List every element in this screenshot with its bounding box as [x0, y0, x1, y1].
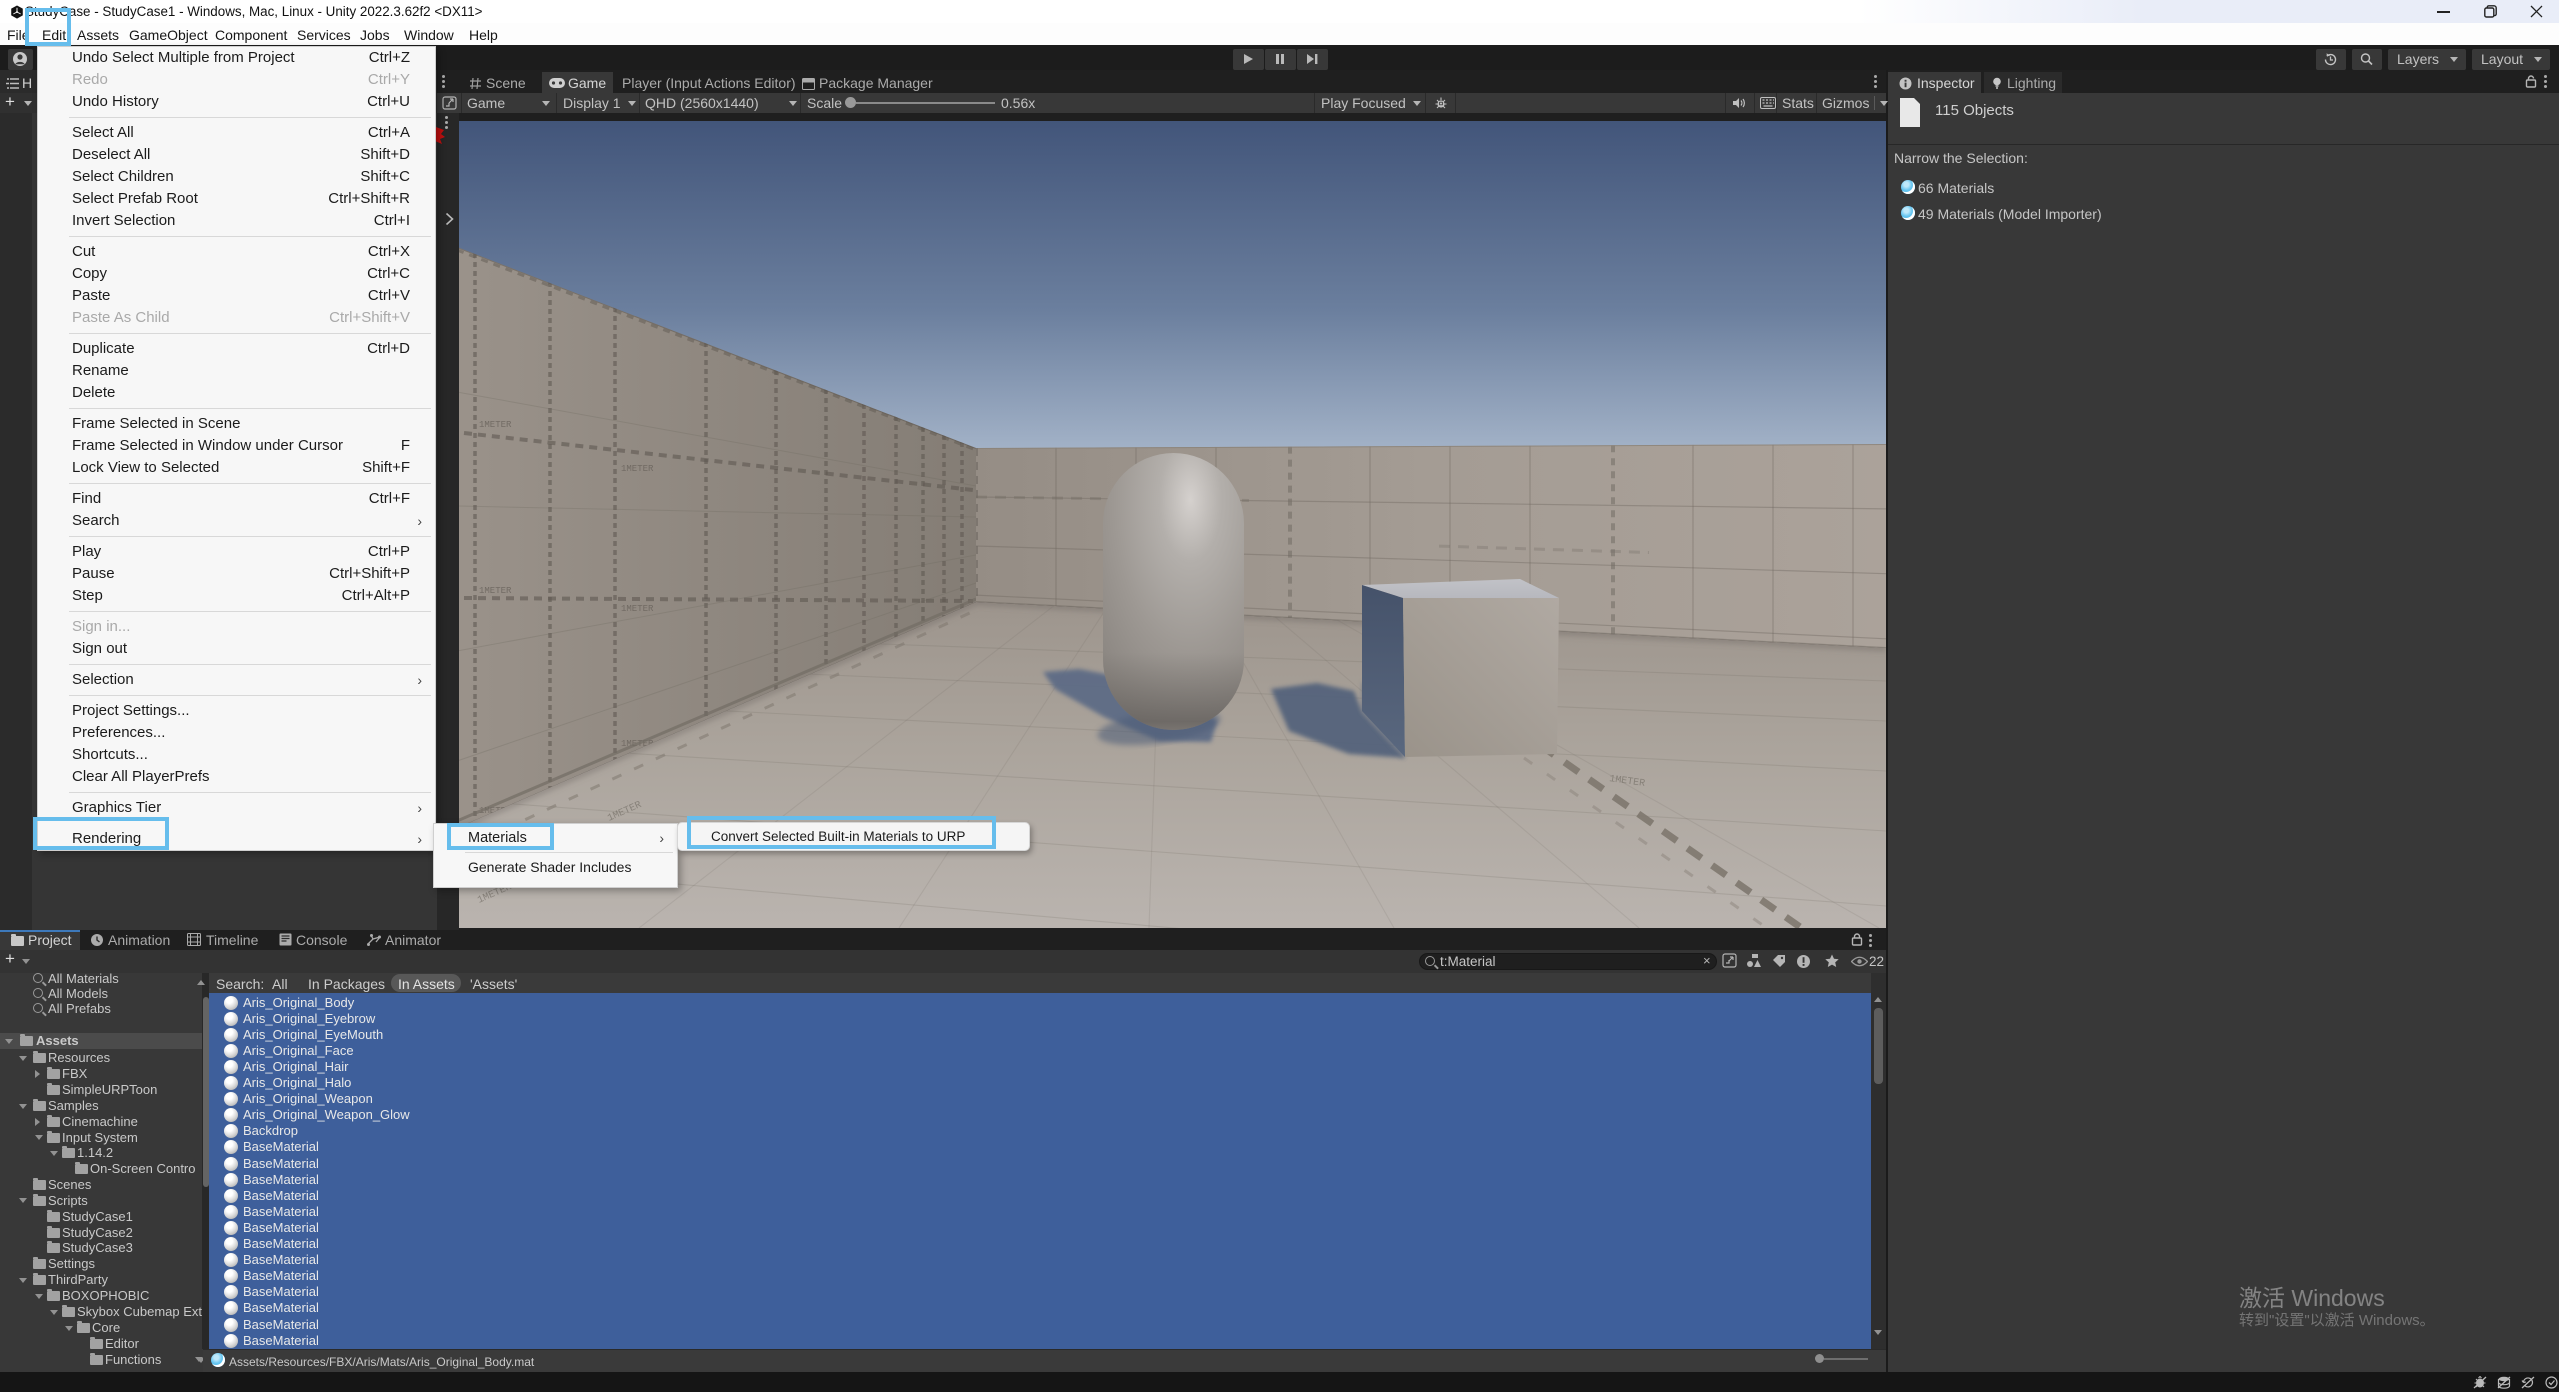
svg-text:1METER: 1METER [621, 604, 654, 614]
svg-text:1METER: 1METER [621, 464, 654, 474]
svg-text:1METER: 1METER [479, 420, 512, 430]
svg-text:1METER: 1METER [479, 586, 512, 596]
